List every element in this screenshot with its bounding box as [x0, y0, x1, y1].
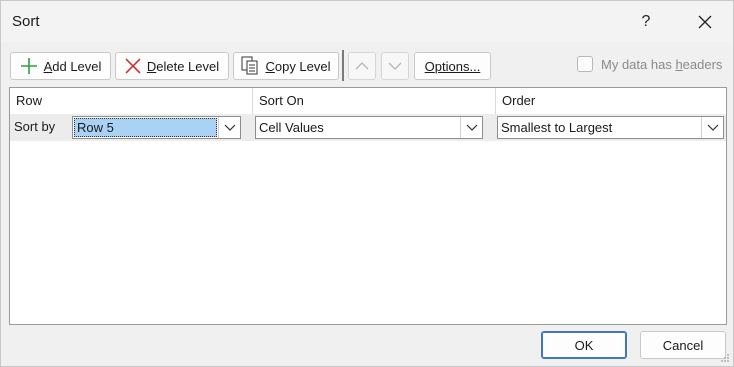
- order-select-value: Smallest to Largest: [501, 120, 613, 135]
- sort-on-select-dropdown[interactable]: [460, 117, 482, 138]
- headers-checkbox-label: My data has headers: [601, 56, 723, 72]
- sort-on-select-value: Cell Values: [259, 120, 324, 135]
- order-select-dropdown[interactable]: [701, 117, 723, 138]
- chevron-up-icon: [355, 62, 369, 70]
- column-header-row: Row: [16, 93, 43, 108]
- sort-dialog: Sort ? Add Level Delete Level Copy Level: [0, 0, 734, 367]
- close-icon: [698, 15, 712, 29]
- delete-level-button[interactable]: Delete Level: [115, 52, 229, 80]
- ok-button[interactable]: OK: [541, 331, 627, 359]
- order-select[interactable]: Smallest to Largest: [497, 116, 724, 139]
- dialog-title: Sort: [12, 13, 40, 30]
- plus-icon: [20, 57, 38, 75]
- title-bar: Sort ?: [1, 1, 733, 43]
- copy-level-label: Copy Level: [265, 58, 331, 74]
- resize-grip-icon[interactable]: [720, 353, 730, 363]
- chevron-down-icon: [388, 62, 402, 70]
- row-select[interactable]: Row 5: [72, 116, 241, 139]
- help-button[interactable]: ?: [629, 5, 663, 39]
- row-select-dropdown[interactable]: [218, 117, 240, 138]
- move-up-button[interactable]: [348, 52, 376, 80]
- add-level-button[interactable]: Add Level: [10, 52, 111, 80]
- cancel-button[interactable]: Cancel: [640, 331, 726, 359]
- toolbar-separator: [342, 50, 344, 81]
- headers-checkbox[interactable]: [577, 56, 593, 72]
- sort-levels-grid: Row Sort On Order Sort by Row 5 Cell Val…: [9, 87, 727, 325]
- column-header-order: Order: [502, 93, 536, 108]
- headers-checkbox-group[interactable]: My data has headers: [577, 56, 722, 72]
- options-label: Options...: [424, 58, 481, 74]
- chevron-down-icon: [707, 124, 718, 131]
- copy-icon: [241, 56, 259, 76]
- sort-on-select[interactable]: Cell Values: [255, 116, 483, 139]
- sort-level-row[interactable]: Sort by Row 5 Cell Values Smallest to La…: [10, 114, 726, 141]
- row-select-value: Row 5: [74, 118, 217, 137]
- column-header-sort-on: Sort On: [259, 93, 304, 108]
- chevron-down-icon: [466, 124, 477, 131]
- options-button[interactable]: Options...: [414, 52, 491, 80]
- move-down-button[interactable]: [381, 52, 409, 80]
- sort-by-label: Sort by: [14, 119, 56, 134]
- close-button[interactable]: [685, 5, 725, 39]
- delete-x-icon: [125, 58, 141, 74]
- delete-level-label: Delete Level: [146, 58, 220, 74]
- add-level-label: Add Level: [43, 58, 102, 74]
- chevron-down-icon: [224, 124, 235, 131]
- copy-level-button[interactable]: Copy Level: [233, 52, 339, 80]
